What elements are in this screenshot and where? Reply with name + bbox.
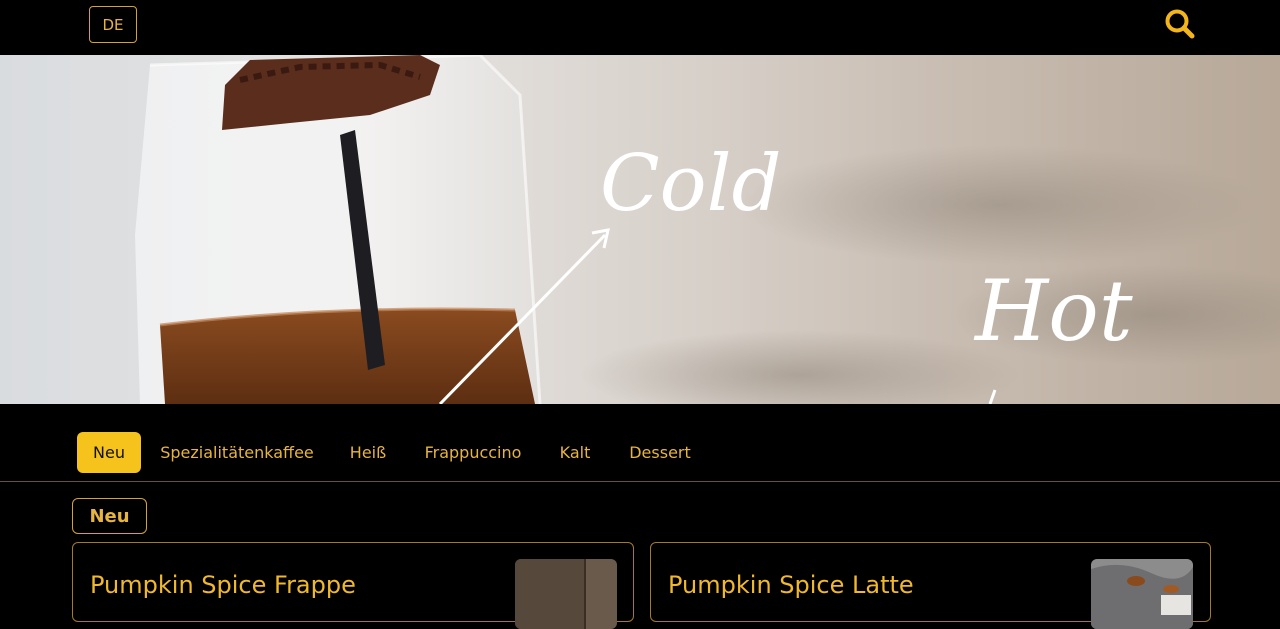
tab-frappuccino[interactable]: Frappuccino	[418, 432, 528, 473]
product-name: Pumpkin Spice Frappe	[90, 571, 356, 599]
search-button[interactable]	[1163, 7, 1197, 41]
hero-banner: Cold Hot	[0, 55, 1280, 404]
product-card[interactable]: Pumpkin Spice Latte	[650, 542, 1211, 629]
tab-neu[interactable]: Neu	[77, 432, 141, 473]
category-nav: Neu Spezialitätenkaffee Heiß Frappuccino…	[0, 404, 1280, 482]
product-card[interactable]: Pumpkin Spice Frappe	[72, 542, 634, 629]
tab-kalt[interactable]: Kalt	[550, 432, 600, 473]
product-name: Pumpkin Spice Latte	[668, 571, 914, 599]
hero-cold-text: Cold	[600, 139, 782, 229]
hero-image: Cold Hot	[135, 55, 1280, 404]
section-title: Neu	[72, 498, 147, 534]
product-image	[1091, 559, 1193, 629]
product-image	[515, 559, 617, 629]
tab-spezialitaetenkaffee[interactable]: Spezialitätenkaffee	[157, 432, 317, 473]
hero-hot-text: Hot	[973, 262, 1133, 360]
tab-dessert[interactable]: Dessert	[622, 432, 698, 473]
language-button[interactable]: DE	[89, 6, 137, 43]
search-icon	[1165, 9, 1195, 39]
tab-heiss[interactable]: Heiß	[338, 432, 398, 473]
top-bar: DE	[0, 0, 1280, 55]
